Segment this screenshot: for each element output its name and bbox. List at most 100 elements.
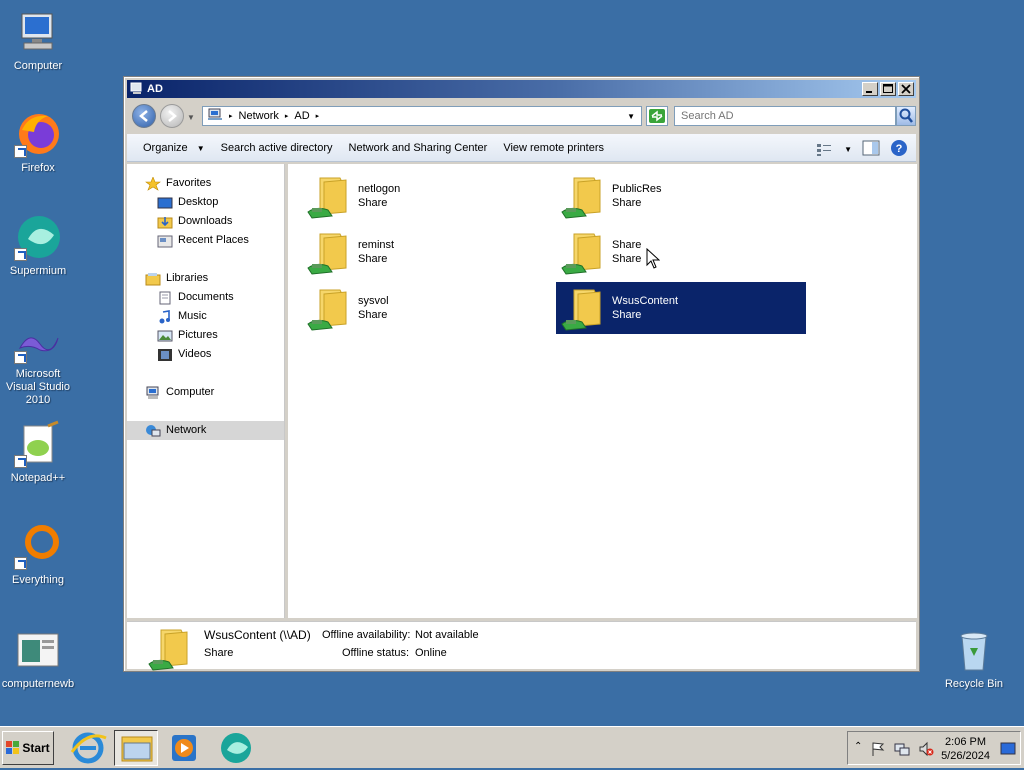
- share-type: Share: [612, 197, 642, 209]
- nav-computer[interactable]: Computer: [145, 383, 214, 402]
- taskbar-windows-explorer[interactable]: [114, 730, 158, 766]
- computer-icon: [14, 8, 62, 56]
- everything-icon: [14, 522, 62, 570]
- breadcrumb-separator-icon[interactable]: ▸: [316, 112, 320, 120]
- share-name: PublicRes: [612, 183, 662, 195]
- breadcrumb-separator-icon[interactable]: ▸: [229, 112, 233, 120]
- preview-pane-button[interactable]: [862, 140, 880, 159]
- nav-recent-places[interactable]: Recent Places: [157, 231, 249, 250]
- folder-icon: [121, 736, 153, 762]
- window-title: AD: [147, 83, 163, 95]
- nav-label: Recent Places: [178, 234, 249, 246]
- breadcrumb-ad[interactable]: AD: [294, 110, 309, 122]
- taskbar-internet-explorer[interactable]: [66, 730, 110, 766]
- shared-folder-icon: [306, 284, 354, 332]
- minimize-icon: [866, 91, 872, 93]
- computer-icon: [145, 386, 161, 400]
- nav-libraries[interactable]: Libraries: [145, 269, 208, 288]
- nav-documents[interactable]: Documents: [157, 288, 234, 307]
- share-item-netlogon[interactable]: netlogon Share: [302, 170, 552, 222]
- desktop-icon-everything[interactable]: Everything: [0, 522, 76, 587]
- taskbar-supermium[interactable]: [214, 730, 258, 766]
- nav-network[interactable]: Network: [127, 421, 284, 440]
- desktop-icon-supermium[interactable]: Supermium: [0, 213, 76, 278]
- details-type: Share: [204, 647, 234, 659]
- close-button[interactable]: [898, 82, 914, 96]
- help-button[interactable]: ?: [890, 139, 908, 160]
- desktop-icon-computernewb[interactable]: computernewb: [0, 626, 76, 691]
- mouse-cursor-icon: [646, 247, 661, 273]
- shortcut-arrow-icon: [14, 145, 27, 158]
- views-button[interactable]: ▼: [816, 143, 852, 157]
- desktop-icon-recycle-bin[interactable]: Recycle Bin: [936, 626, 1012, 691]
- desktop-icon-notepadpp[interactable]: Notepad++: [0, 420, 76, 485]
- shortcut-arrow-icon: [14, 248, 27, 261]
- maximize-icon: [883, 84, 893, 93]
- start-label: Start: [22, 741, 50, 755]
- address-bar[interactable]: ▸ Network ▸ AD ▸ ▼: [202, 106, 642, 126]
- notepadpp-icon: [14, 420, 62, 468]
- breadcrumb-separator-icon[interactable]: ▸: [285, 112, 289, 120]
- content-pane: netlogon Share PublicRes Share reminst Share S…: [288, 164, 917, 618]
- chevron-down-icon: ▼: [196, 143, 205, 153]
- address-dropdown-icon[interactable]: ▼: [627, 112, 635, 121]
- organize-button[interactable]: Organize ▼: [135, 142, 213, 154]
- show-hidden-icons-button[interactable]: ⌃: [854, 741, 862, 752]
- share-name: netlogon: [358, 183, 401, 195]
- share-item-share[interactable]: Share Share: [556, 226, 806, 278]
- organize-label: Organize: [143, 141, 188, 154]
- search-button[interactable]: [896, 106, 916, 126]
- share-item-publicres[interactable]: PublicRes Share: [556, 170, 806, 222]
- network-computer-icon: [130, 82, 144, 95]
- title-bar[interactable]: AD: [127, 80, 916, 98]
- network-tray-icon[interactable]: [894, 741, 910, 757]
- nav-downloads[interactable]: Downloads: [157, 212, 232, 231]
- share-item-sysvol[interactable]: sysvol Share: [302, 282, 552, 334]
- nav-pictures[interactable]: Pictures: [157, 326, 218, 345]
- nav-desktop[interactable]: Desktop: [157, 193, 218, 212]
- nav-music[interactable]: Music: [157, 307, 207, 326]
- pictures-icon: [157, 329, 173, 343]
- search-input[interactable]: [674, 106, 896, 126]
- clock-time: 2:06 PM: [945, 736, 987, 748]
- network-sharing-center-button[interactable]: Network and Sharing Center: [341, 142, 496, 154]
- supermium-icon: [221, 733, 251, 763]
- volume-muted-icon[interactable]: [918, 741, 934, 757]
- shortcut-arrow-icon: [14, 455, 27, 468]
- address-row: ▼ ▸ Network ▸ AD ▸ ▼: [127, 101, 916, 131]
- taskbar-media-player[interactable]: [162, 730, 206, 766]
- nav-label: Libraries: [166, 272, 209, 284]
- clock-date: 5/26/2024: [941, 750, 990, 762]
- nav-favorites[interactable]: Favorites: [145, 174, 211, 193]
- share-item-wsuscontent[interactable]: WsusContent Share: [556, 282, 806, 334]
- visual-studio-icon: [14, 324, 62, 364]
- music-icon: [157, 309, 173, 324]
- star-icon: [145, 175, 161, 191]
- clock[interactable]: 2:06 PM 5/26/2024: [941, 735, 990, 763]
- desktop-icon-computer[interactable]: Computer: [0, 8, 76, 73]
- refresh-button[interactable]: [646, 106, 668, 126]
- nav-videos[interactable]: Videos: [157, 345, 211, 364]
- share-item-reminst[interactable]: reminst Share: [302, 226, 552, 278]
- view-remote-printers-button[interactable]: View remote printers: [495, 142, 612, 154]
- history-dropdown-icon[interactable]: ▼: [187, 113, 195, 122]
- search-active-directory-button[interactable]: Search active directory: [213, 142, 341, 154]
- show-desktop-icon[interactable]: [1000, 742, 1016, 756]
- desktop-icon-label: Recycle Bin: [944, 678, 1004, 690]
- desktop-icon-firefox[interactable]: Firefox: [0, 110, 76, 175]
- share-name: sysvol: [358, 295, 389, 307]
- recycle-bin-icon: [950, 626, 998, 674]
- back-button[interactable]: [132, 104, 156, 128]
- forward-button[interactable]: [160, 104, 184, 128]
- share-type: Share: [358, 253, 388, 265]
- nav-label: Favorites: [166, 177, 212, 189]
- desktop-icon-visual-studio[interactable]: Microsoft Visual Studio 2010: [0, 324, 76, 407]
- minimize-button[interactable]: [862, 82, 878, 96]
- search-icon: [899, 108, 913, 123]
- refresh-icon: [649, 109, 665, 123]
- maximize-button[interactable]: [880, 82, 896, 96]
- action-center-flag-icon[interactable]: [870, 741, 886, 757]
- command-bar: Organize ▼ Search active directory Netwo…: [127, 134, 916, 162]
- breadcrumb-network[interactable]: Network: [239, 110, 279, 122]
- start-button[interactable]: Start: [2, 731, 54, 765]
